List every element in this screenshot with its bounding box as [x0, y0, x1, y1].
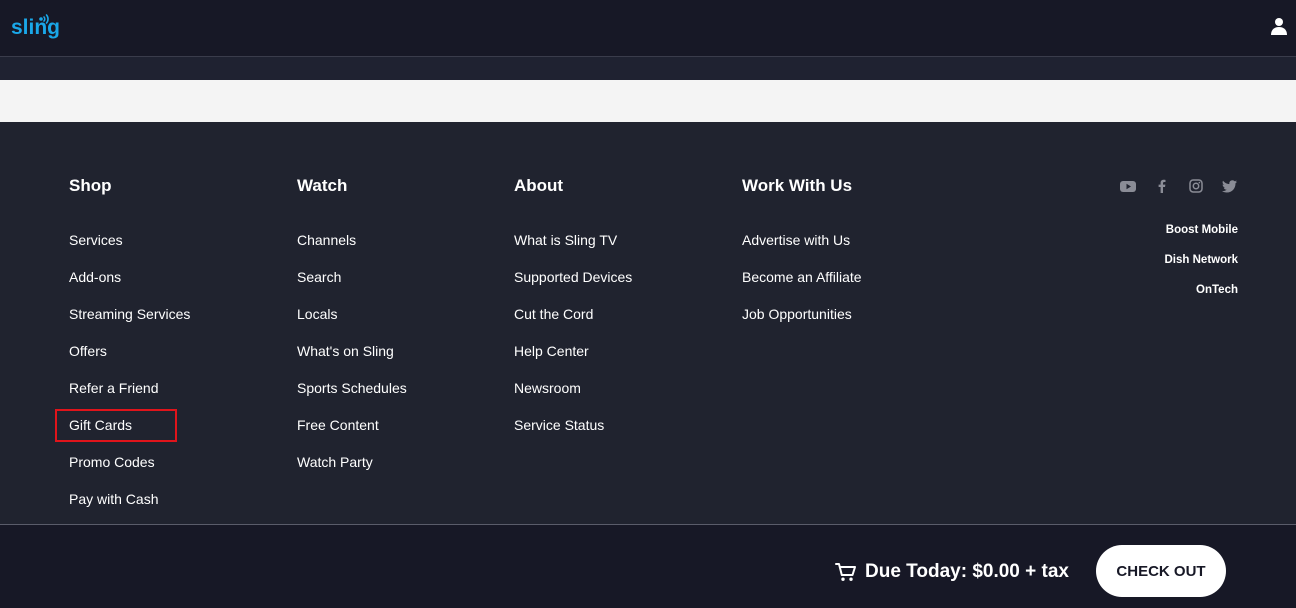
- footer-link-add-ons[interactable]: Add-ons: [69, 269, 190, 306]
- partner-link-ontech[interactable]: OnTech: [1165, 283, 1238, 313]
- footer-link-become-an-affiliate[interactable]: Become an Affiliate: [742, 269, 862, 306]
- facebook-icon[interactable]: [1153, 178, 1171, 194]
- footer-link-streaming-services[interactable]: Streaming Services: [69, 306, 190, 343]
- footer-link-search[interactable]: Search: [297, 269, 407, 306]
- due-today-text: Due Today: $0.00 + tax: [865, 561, 1069, 582]
- footer-link-locals[interactable]: Locals: [297, 306, 407, 343]
- footer-link-advertise-with-us[interactable]: Advertise with Us: [742, 232, 862, 269]
- footer-link-supported-devices[interactable]: Supported Devices: [514, 269, 632, 306]
- spacer-band: [0, 57, 1296, 80]
- footer-link-what-is-sling-tv[interactable]: What is Sling TV: [514, 232, 632, 269]
- twitter-icon[interactable]: [1221, 178, 1239, 194]
- partner-link-boost-mobile[interactable]: Boost Mobile: [1165, 223, 1238, 253]
- footer-link-offers[interactable]: Offers: [69, 343, 190, 380]
- footer-link-promo-codes[interactable]: Promo Codes: [69, 454, 190, 491]
- footer-link-sports-schedules[interactable]: Sports Schedules: [297, 380, 407, 417]
- footer-link-cut-the-cord[interactable]: Cut the Cord: [514, 306, 632, 343]
- footer-link-services[interactable]: Services: [69, 232, 190, 269]
- social-links: [1119, 178, 1239, 194]
- partner-link-dish-network[interactable]: Dish Network: [1165, 253, 1239, 283]
- light-content-band: [0, 80, 1296, 122]
- top-nav-bar: sling: [0, 0, 1296, 57]
- footer-link-pay-with-cash[interactable]: Pay with Cash: [69, 491, 190, 528]
- user-account-icon[interactable]: [1270, 17, 1288, 36]
- footer-link-service-status[interactable]: Service Status: [514, 417, 632, 454]
- footer-column-watch: Watch Channels Search Locals What's on S…: [297, 176, 407, 470]
- footer-link-help-center[interactable]: Help Center: [514, 343, 632, 380]
- partner-links: Boost Mobile Dish Network OnTech: [1165, 223, 1239, 313]
- footer-heading-shop: Shop: [69, 176, 112, 195]
- footer-link-free-content[interactable]: Free Content: [297, 417, 407, 454]
- check-out-button[interactable]: CHECK OUT: [1096, 545, 1226, 597]
- youtube-icon[interactable]: [1119, 178, 1137, 194]
- sling-logo[interactable]: sling: [10, 10, 62, 42]
- footer-link-newsroom[interactable]: Newsroom: [514, 380, 632, 417]
- due-today-summary: Due Today: $0.00 + tax: [835, 561, 1069, 583]
- footer-link-whats-on-sling[interactable]: What's on Sling: [297, 343, 407, 380]
- instagram-icon[interactable]: [1187, 178, 1205, 194]
- site-footer: Shop Services Add-ons Streaming Services…: [0, 122, 1296, 524]
- footer-link-job-opportunities[interactable]: Job Opportunities: [742, 306, 862, 343]
- footer-link-channels[interactable]: Channels: [297, 232, 407, 269]
- gift-cards-highlight-box: [55, 409, 177, 442]
- logo-text: sling: [11, 16, 60, 39]
- checkout-bar: Due Today: $0.00 + tax CHECK OUT: [0, 525, 1296, 608]
- footer-heading-watch: Watch: [297, 176, 348, 195]
- footer-column-shop: Shop Services Add-ons Streaming Services…: [69, 176, 190, 507]
- footer-heading-about: About: [514, 176, 564, 195]
- footer-heading-work-with-us: Work With Us: [742, 176, 853, 195]
- footer-column-about: About What is Sling TV Supported Devices…: [514, 176, 632, 433]
- cart-icon: [835, 563, 856, 581]
- footer-link-watch-party[interactable]: Watch Party: [297, 454, 407, 491]
- footer-column-work-with-us: Work With Us Advertise with Us Become an…: [742, 176, 862, 322]
